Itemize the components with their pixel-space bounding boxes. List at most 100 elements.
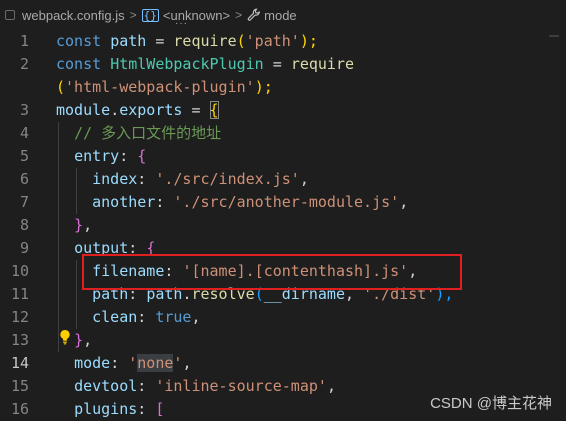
line-number: 6 <box>19 170 29 188</box>
line-number <box>0 76 40 99</box>
line-number: 5 <box>19 147 29 165</box>
token-comment: // 多入口文件的地址 <box>74 124 222 142</box>
breadcrumb-separator: > <box>129 8 137 22</box>
token-function: require <box>290 55 355 73</box>
token-variable: exports <box>119 101 183 119</box>
code-line[interactable]: // 多入口文件的地址 <box>56 122 453 145</box>
token-string-selected: none <box>137 354 174 372</box>
lightbulb-icon[interactable] <box>58 329 72 345</box>
line-number-gutter: 1 2 3 4 5 6 7 8 9 10 11 12 13 14 15 16 <box>0 30 40 421</box>
js-file-icon <box>3 8 17 22</box>
token-string: './src/another-module.js' <box>173 193 400 211</box>
watermark: CSDN @博主花神 <box>430 395 552 412</box>
line-number: 3 <box>19 101 29 119</box>
token-property: devtool <box>74 377 138 395</box>
breadcrumb-file[interactable]: webpack.config.js <box>0 8 125 23</box>
token-punct: , <box>182 354 192 372</box>
token-punct: , <box>399 193 409 211</box>
code-line[interactable]: }, <box>56 214 453 237</box>
breadcrumb-property[interactable]: mode <box>247 8 297 23</box>
token-bracket: ( <box>236 32 246 50</box>
line-number: 13 <box>10 331 29 349</box>
token-bracket: } <box>74 216 84 234</box>
token-function: require <box>173 32 237 50</box>
breadcrumb: webpack.config.js > {} <unknown> > mode … <box>0 0 566 30</box>
code-line-wrapped[interactable]: ('html-webpack-plugin'); <box>56 76 453 99</box>
token-property: plugins <box>74 400 138 418</box>
token-bracket: [ <box>155 400 165 418</box>
wrench-icon <box>247 8 261 21</box>
token-punct: ); <box>254 78 273 96</box>
token-variable: module <box>56 101 111 119</box>
token-punct: : <box>137 400 147 418</box>
token-bracket: } <box>74 331 84 349</box>
token-boolean: true <box>155 308 192 326</box>
line-number: 11 <box>10 285 29 303</box>
token-property: mode <box>74 354 111 372</box>
token-property: another <box>92 193 156 211</box>
token-keyword: const <box>56 32 102 50</box>
breadcrumb-symbol-label: <unknown> <box>162 7 231 23</box>
token-punct: : <box>119 147 129 165</box>
code-editor[interactable]: webpack.config.js > {} <unknown> > mode … <box>0 0 566 421</box>
more-dots: ··· <box>175 18 188 29</box>
code-line[interactable]: const HtmlWebpackPlugin = require <box>56 53 453 76</box>
token-bracket: ( <box>56 78 66 96</box>
token-punct: , <box>83 216 93 234</box>
code-line[interactable]: devtool: 'inline-source-map', <box>56 375 453 398</box>
line-number: 4 <box>19 124 29 142</box>
token-operator: = <box>272 55 282 73</box>
token-string-quote: ' <box>128 354 138 372</box>
token-property: entry <box>74 147 120 165</box>
code-line[interactable]: entry: { <box>56 145 453 168</box>
highlight-annotation-box <box>82 254 462 290</box>
code-line[interactable]: }, <box>56 329 453 352</box>
token-operator: = <box>191 101 201 119</box>
breadcrumb-separator: > <box>235 8 243 22</box>
token-string: 'inline-source-map' <box>155 377 327 395</box>
token-variable: path <box>110 32 147 50</box>
token-punct: : <box>155 193 165 211</box>
token-property: clean <box>92 308 138 326</box>
token-string: './src/index.js' <box>155 170 300 188</box>
line-number: 10 <box>10 262 29 280</box>
token-punct: , <box>299 170 309 188</box>
token-punct: , <box>326 377 336 395</box>
token-operator: = <box>155 32 165 50</box>
code-area[interactable]: const path = require('path'); const Html… <box>56 30 453 421</box>
token-punct: : <box>137 170 147 188</box>
code-line[interactable]: plugins: [ <box>56 398 453 421</box>
token-keyword: const <box>56 55 102 73</box>
token-string: 'html-webpack-plugin' <box>65 78 255 96</box>
code-line[interactable]: clean: true, <box>56 306 453 329</box>
code-line[interactable]: another: './src/another-module.js', <box>56 191 453 214</box>
code-line[interactable]: const path = require('path'); <box>56 30 453 53</box>
token-punct: : <box>110 354 120 372</box>
token-string: 'path' <box>245 32 300 50</box>
token-punct: : <box>137 308 147 326</box>
minimap-indicator <box>549 35 559 37</box>
code-line[interactable]: index: './src/index.js', <box>56 168 453 191</box>
token-punct: , <box>191 308 201 326</box>
breadcrumb-property-label: mode <box>264 7 297 23</box>
token-punct: ); <box>299 32 318 50</box>
braces-icon: {} <box>141 8 159 22</box>
line-number: 15 <box>10 377 29 395</box>
code-line[interactable]: module.exports = { <box>56 99 453 122</box>
token-punct: , <box>83 331 93 349</box>
line-number: 9 <box>19 239 29 257</box>
line-number-active: 14 <box>10 354 29 372</box>
token-bracket: { <box>137 147 147 165</box>
token-class: HtmlWebpackPlugin <box>110 55 264 73</box>
breadcrumb-file-label: webpack.config.js <box>22 7 125 23</box>
line-number: 8 <box>19 216 29 234</box>
line-number: 2 <box>19 55 29 73</box>
token-property: index <box>92 170 138 188</box>
line-number: 12 <box>10 308 29 326</box>
token-bracket-matched: { <box>209 101 219 119</box>
token-punct: . <box>110 101 120 119</box>
token-punct: : <box>137 377 147 395</box>
line-number: 16 <box>10 400 29 418</box>
code-line-active[interactable]: mode: 'none', <box>56 352 453 375</box>
line-number: 1 <box>19 32 29 50</box>
